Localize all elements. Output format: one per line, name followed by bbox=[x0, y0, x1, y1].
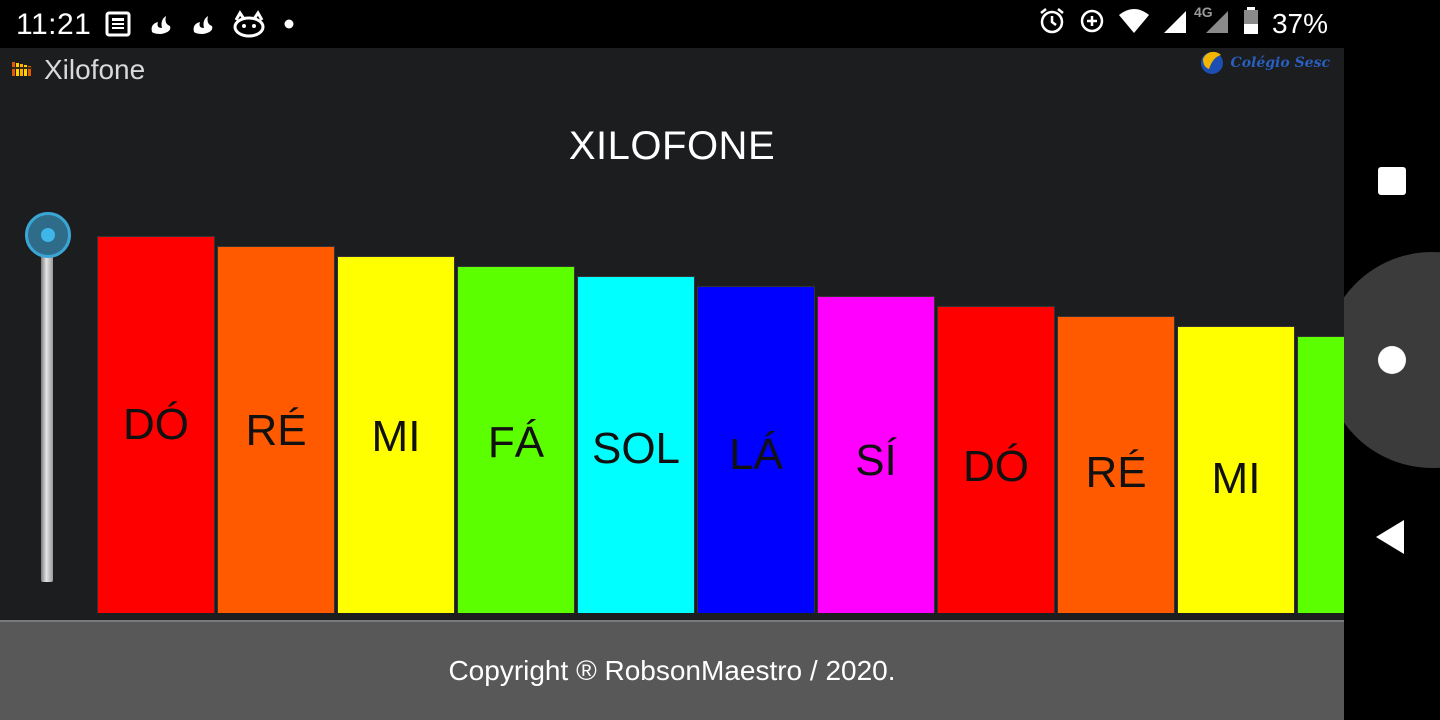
news-icon bbox=[104, 10, 132, 38]
xylophone-key[interactable]: FÁ bbox=[457, 266, 575, 613]
key-label: RÉ bbox=[1085, 448, 1147, 497]
status-bar: 11:21 4G 37% bbox=[0, 0, 1344, 48]
signal-icon bbox=[1162, 6, 1188, 41]
copyright-text: Copyright ® RobsonMaestro / 2020. bbox=[448, 655, 896, 686]
cat-icon bbox=[232, 10, 266, 38]
xylophone-key[interactable]: DÓ bbox=[937, 306, 1055, 613]
key-label: RÉ bbox=[245, 406, 307, 455]
notification-icons bbox=[104, 10, 296, 38]
key-label: FÁ bbox=[487, 418, 545, 467]
status-time: 11:21 bbox=[16, 8, 92, 41]
xylophone-key[interactable]: RÉ bbox=[1057, 316, 1175, 613]
data-saver-icon bbox=[1078, 6, 1106, 41]
key-label: SÍ bbox=[855, 436, 897, 485]
xylophone-key[interactable]: RÉ bbox=[217, 246, 335, 613]
system-indicators: 4G 37% bbox=[1038, 4, 1328, 41]
key-label: MI bbox=[371, 412, 421, 461]
dot-icon bbox=[282, 10, 296, 38]
xylophone-key[interactable]: DÓ bbox=[97, 236, 215, 613]
back-button[interactable] bbox=[1376, 520, 1404, 554]
wifi-icon bbox=[1118, 6, 1150, 41]
navigation-bar bbox=[1344, 0, 1440, 720]
footer: Copyright ® RobsonMaestro / 2020. bbox=[0, 620, 1344, 720]
signal-icon: 4G bbox=[1194, 4, 1230, 41]
alarm-icon bbox=[1038, 6, 1066, 41]
xylophone-key[interactable]: F bbox=[1297, 336, 1344, 613]
key-label: LÁ bbox=[729, 430, 783, 479]
recents-button[interactable] bbox=[1378, 167, 1406, 195]
xylophone-key[interactable]: SÍ bbox=[817, 296, 935, 613]
xylophone-key[interactable]: MI bbox=[1177, 326, 1295, 613]
xylophone-key[interactable]: LÁ bbox=[697, 286, 815, 613]
key-label: DÓ bbox=[963, 442, 1029, 491]
app-window: Xilofone Colégio Sesc XILOFONE DÓ RÉ MI FÁ S… bbox=[0, 48, 1344, 720]
xylophone-key[interactable]: SOL bbox=[577, 276, 695, 613]
home-button[interactable] bbox=[1378, 346, 1406, 374]
network-type: 4G bbox=[1193, 4, 1213, 20]
xylophone-key[interactable]: MI bbox=[337, 256, 455, 613]
key-label: MI bbox=[1211, 454, 1261, 503]
battery-icon bbox=[1242, 6, 1260, 41]
key-label: DÓ bbox=[123, 400, 189, 449]
key-label: SOL bbox=[591, 424, 681, 473]
flame-icon bbox=[148, 10, 174, 38]
flame-icon bbox=[190, 10, 216, 38]
battery-percent: 37% bbox=[1271, 7, 1328, 39]
phone-screen: 11:21 4G 37% Xilofone Colégio Sesc XILOF… bbox=[0, 0, 1440, 720]
